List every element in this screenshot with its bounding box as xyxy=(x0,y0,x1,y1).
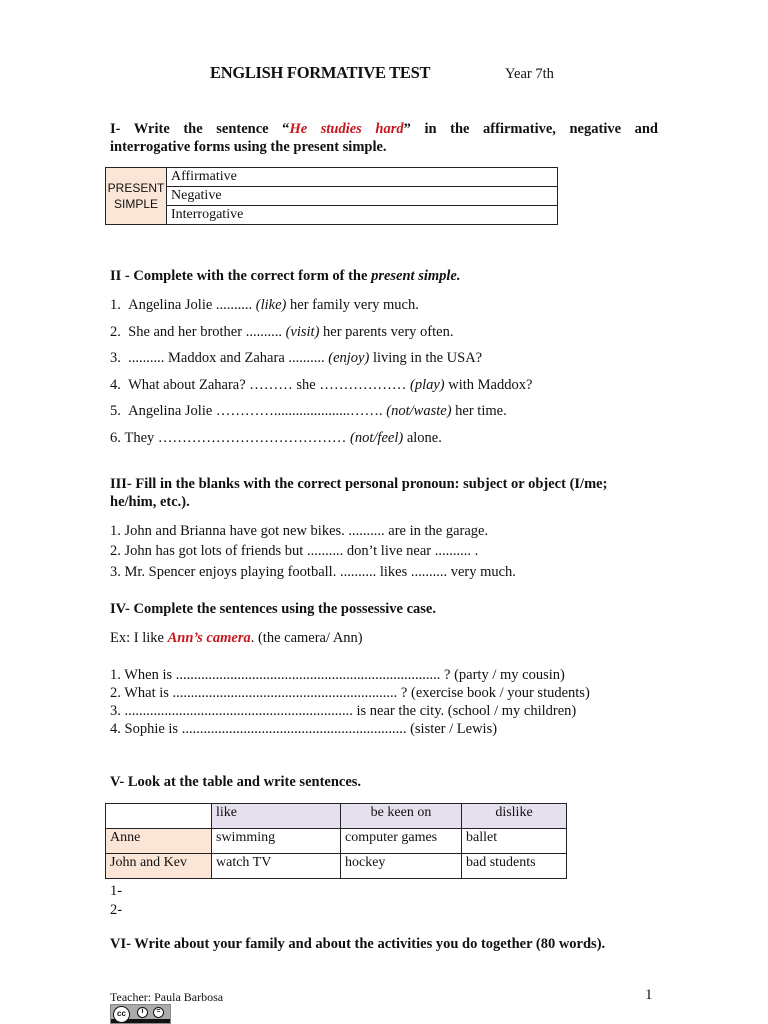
table-header-keen: be keen on xyxy=(340,803,462,829)
list-item: 1. John and Brianna have got new bikes. … xyxy=(110,523,489,539)
section2-heading-prefix: II - Complete with the correct form of t… xyxy=(110,268,372,284)
item-text: with Maddox? xyxy=(444,377,533,393)
list-item: 2. She and her brother .......... (visit… xyxy=(110,323,453,341)
list-item: 3. .....................................… xyxy=(110,703,577,719)
item-text: alone. xyxy=(403,430,442,446)
teacher-name: Teacher: Paula Barbosa xyxy=(110,990,224,1004)
section1-heading-prefix: I- Write the sentence “ xyxy=(110,121,290,137)
item-verb: (enjoy) xyxy=(328,350,370,366)
answer-line-1[interactable]: 1- xyxy=(110,882,122,900)
section6-heading: VI- Write about your family and about th… xyxy=(110,936,606,952)
list-item: 2. John has got lots of friends but ....… xyxy=(110,543,479,559)
table-row: John and Kev watch TV hockey bad student… xyxy=(105,853,567,879)
table-cell: watch TV xyxy=(211,853,341,879)
item-text: She and her brother .......... xyxy=(128,324,286,340)
present-simple-table: PRESENT SIMPLE Affirmative Negative Inter… xyxy=(105,167,558,225)
example-prefix: Ex: I like xyxy=(110,630,168,646)
item-verb: (visit) xyxy=(285,324,320,340)
table-cell: computer games xyxy=(340,828,462,854)
item-verb: (play) xyxy=(410,377,445,393)
item-number: 4. xyxy=(110,377,121,393)
table-cell: hockey xyxy=(340,853,462,879)
item-number: 1. xyxy=(110,297,121,313)
item-text: her time. xyxy=(451,403,507,419)
table-header-dislike: dislike xyxy=(461,803,567,829)
list-item: 2. What is .............................… xyxy=(110,685,590,701)
preferences-table: like be keen on dislike Anne swimming co… xyxy=(105,803,567,879)
table-header-like: like xyxy=(211,803,341,829)
example-answer: Ann’s camera xyxy=(167,630,251,646)
affirmative-cell[interactable]: Affirmative xyxy=(166,167,558,187)
list-item: 5. Angelina Jolie …………..................… xyxy=(110,402,507,420)
section2-heading: II - Complete with the correct form of t… xyxy=(110,267,460,285)
section1-heading-line2: interrogative forms using the present si… xyxy=(110,139,387,155)
section1-highlight-sentence: He studies hard xyxy=(289,121,404,137)
document-title: ENGLISH FORMATIVE TEST xyxy=(210,63,431,82)
example-line: Ex: I like Ann’s camera. (the camera/ An… xyxy=(110,629,363,647)
item-text: her parents very often. xyxy=(319,324,454,340)
answer-line-2[interactable]: 2- xyxy=(110,901,122,919)
year-label: Year 7th xyxy=(505,66,554,82)
list-item: 4. What about Zahara? ……… she ……………… (pl… xyxy=(110,376,532,394)
section1-heading: I- Write the sentence “He studies hard” … xyxy=(110,120,658,138)
cc-icon: cc xyxy=(113,1006,130,1023)
attribution-icon: i xyxy=(137,1007,148,1018)
row-name: Anne xyxy=(105,828,212,854)
no-derivatives-icon: = xyxy=(153,1007,164,1018)
item-verb: (not/waste) xyxy=(386,403,452,419)
interrogative-cell[interactable]: Interrogative xyxy=(166,205,558,225)
item-text: Angelina Jolie ………….....................… xyxy=(128,403,387,419)
section5-heading: V- Look at the table and write sentences… xyxy=(110,774,362,790)
item-number: 3. xyxy=(110,350,121,366)
table-cell: swimming xyxy=(211,828,341,854)
item-text: her family very much. xyxy=(286,297,419,313)
table-cell: ballet xyxy=(461,828,567,854)
section4-heading: IV- Complete the sentences using the pos… xyxy=(110,601,436,617)
list-item: 1. Angelina Jolie .......... (like) her … xyxy=(110,296,419,314)
example-suffix: . (the camera/ Ann) xyxy=(250,630,363,646)
list-item: 3. .......... Maddox and Zahara ........… xyxy=(110,349,482,367)
section1-heading-suffix: ” in the affirmative, negative and xyxy=(403,121,658,137)
item-text: .......... Maddox and Zahara .......... xyxy=(128,350,329,366)
item-number: 2. xyxy=(110,324,121,340)
item-verb: (not/feel) xyxy=(350,430,404,446)
item-text: What about Zahara? ……… she ……………… xyxy=(128,377,410,393)
list-item: 1. When is .............................… xyxy=(110,667,565,683)
section2-heading-italic: present simple. xyxy=(371,268,461,284)
table-header-empty xyxy=(105,803,212,829)
page-number: 1 xyxy=(645,987,653,1003)
list-item: 3. Mr. Spencer enjoys playing football. … xyxy=(110,564,516,580)
table-row: Anne swimming computer games ballet xyxy=(105,828,567,854)
item-number: 6. xyxy=(110,430,121,446)
section3-heading-line2: he/him, etc.). xyxy=(110,494,190,510)
label-line2: SIMPLE xyxy=(113,197,158,211)
item-text: living in the USA? xyxy=(369,350,483,366)
list-item: 4. Sophie is ...........................… xyxy=(110,721,498,737)
item-verb: (like) xyxy=(255,297,287,313)
negative-cell[interactable]: Negative xyxy=(166,186,558,206)
table-cell: bad students xyxy=(461,853,567,879)
item-number: 5. xyxy=(110,403,121,419)
present-simple-label: PRESENT SIMPLE xyxy=(105,167,167,225)
list-item: 6. They ………………………………… (not/feel) alone. xyxy=(110,429,442,447)
section3-heading: III- Fill in the blanks with the correct… xyxy=(110,476,608,492)
item-text: Angelina Jolie .......... xyxy=(128,297,256,313)
row-name: John and Kev xyxy=(105,853,212,879)
label-line1: PRESENT xyxy=(107,181,165,195)
item-text: They ………………………………… xyxy=(124,430,351,446)
cc-by-nd-icon: cc i = xyxy=(110,1004,171,1024)
